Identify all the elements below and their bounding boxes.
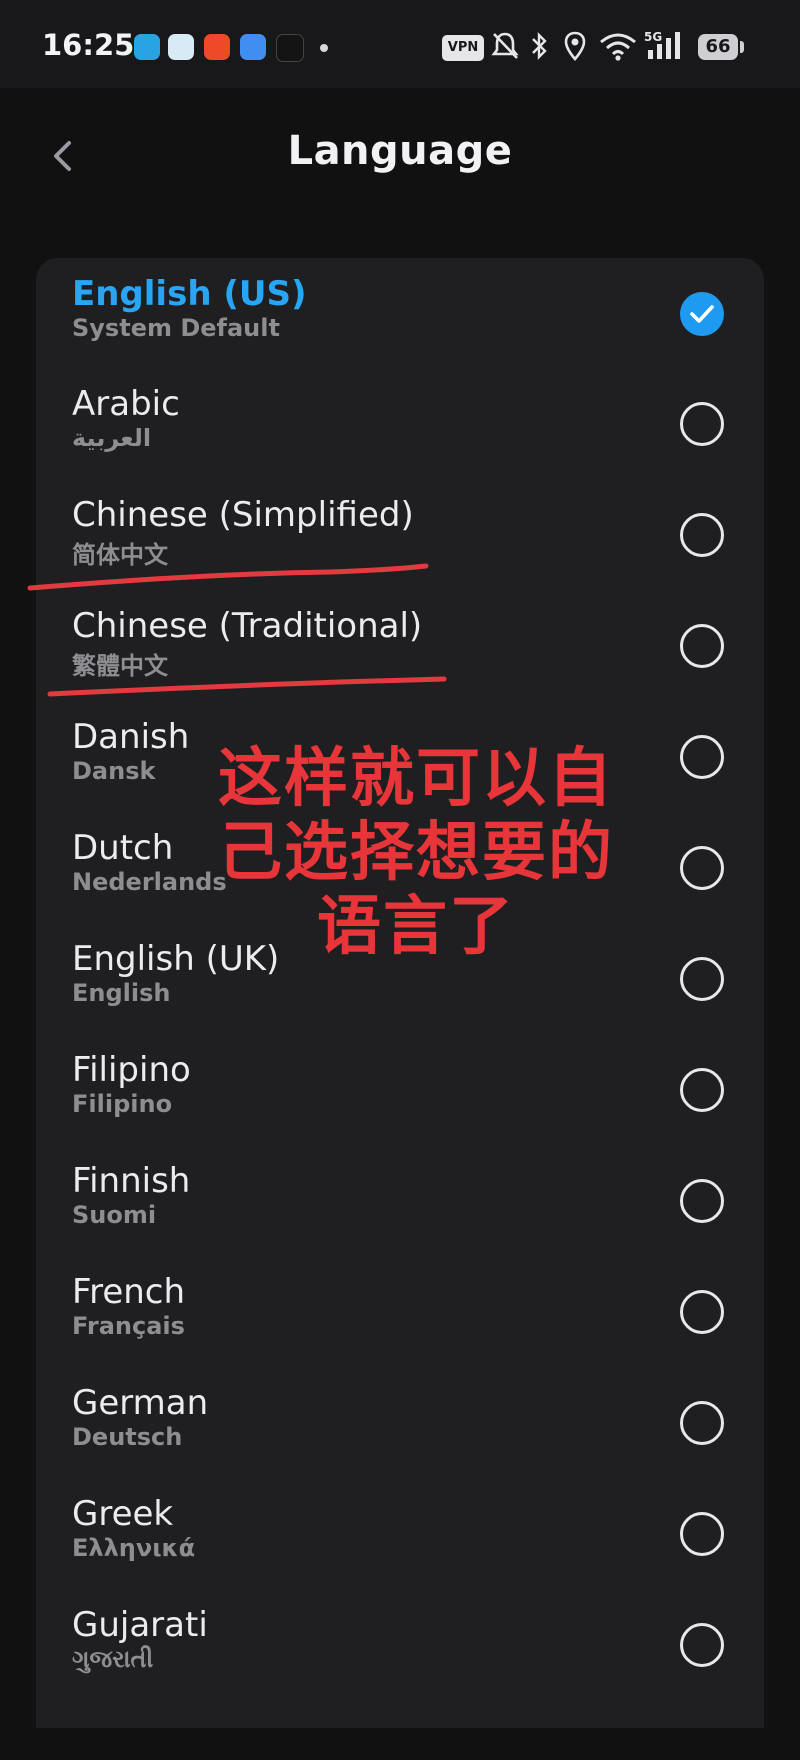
language-native-name: System Default: [72, 314, 280, 342]
language-name: Dutch: [72, 828, 174, 868]
language-native-name: Suomi: [72, 1201, 157, 1229]
video-app-icon: [204, 34, 230, 60]
language-row-finnish[interactable]: Finnish Suomi: [36, 1145, 764, 1256]
location-icon: [564, 31, 586, 61]
language-native-name: Ελληνικά: [72, 1534, 196, 1562]
telegram-icon: [134, 34, 160, 60]
language-native-name: Dansk: [72, 757, 156, 785]
radio-button[interactable]: [680, 1179, 724, 1223]
radio-button[interactable]: [680, 735, 724, 779]
status-time: 16:25: [42, 28, 135, 62]
radio-button[interactable]: [680, 1068, 724, 1112]
radio-button[interactable]: [680, 1401, 724, 1445]
language-name: French: [72, 1272, 186, 1312]
annotation-line: 己选择想要的: [218, 816, 614, 890]
language-name: Filipino: [72, 1050, 191, 1090]
language-row-french[interactable]: French Français: [36, 1256, 764, 1367]
bluetooth-icon: [532, 32, 547, 60]
language-name: Chinese (Traditional): [72, 606, 423, 646]
battery-icon: 66: [698, 34, 738, 60]
battery-tip: [740, 41, 744, 53]
tiktok-icon: [276, 34, 304, 62]
radio-button[interactable]: [680, 1512, 724, 1556]
annotation-text: 这样就可以自 己选择想要的 语言了: [160, 742, 672, 964]
status-bar: 16:25 VPN 5G 66: [0, 0, 800, 88]
weather-app-icon: [240, 34, 266, 60]
radio-button[interactable]: [680, 1290, 724, 1334]
language-name: Chinese (Simplified): [72, 495, 414, 535]
language-row-chinese-simplified[interactable]: Chinese (Simplified) 简体中文: [36, 479, 764, 590]
language-row-greek[interactable]: Greek Ελληνικά: [36, 1478, 764, 1589]
language-name: Finnish: [72, 1161, 191, 1201]
page-title: Language: [287, 128, 513, 174]
radio-selected[interactable]: [680, 292, 724, 336]
language-native-name: العربية: [72, 424, 152, 452]
language-row-gujarati[interactable]: Gujarati ગુજરાતી: [36, 1589, 764, 1700]
language-native-name: Deutsch: [72, 1423, 183, 1451]
language-name: Arabic: [72, 384, 180, 424]
radio-button[interactable]: [680, 513, 724, 557]
language-native-name: ગુજરાતી: [72, 1645, 154, 1673]
language-row-filipino[interactable]: Filipino Filipino: [36, 1034, 764, 1145]
bell-muted-icon: [491, 32, 519, 59]
radio-button[interactable]: [680, 957, 724, 1001]
language-row-english-us[interactable]: English (US) System Default: [36, 258, 764, 368]
annotation-line: 语言了: [317, 890, 515, 964]
check-icon: [690, 305, 714, 323]
vpn-icon: VPN: [442, 35, 484, 61]
signal-icon: [648, 32, 680, 59]
language-name: Greek: [72, 1494, 174, 1534]
language-name: English (US): [72, 274, 307, 314]
radio-button[interactable]: [680, 624, 724, 668]
language-native-name: English: [72, 979, 171, 1007]
wifi-icon: [600, 33, 636, 61]
language-native-name: 简体中文: [72, 541, 168, 569]
annotation-line: 这样就可以自: [218, 742, 614, 816]
radio-button[interactable]: [680, 846, 724, 890]
language-native-name: Français: [72, 1312, 185, 1340]
language-row-chinese-traditional[interactable]: Chinese (Traditional) 繁體中文: [36, 590, 764, 701]
language-row-arabic[interactable]: Arabic العربية: [36, 368, 764, 479]
language-list: English (US) System Default Arabic العرب…: [36, 258, 764, 1728]
language-native-name: 繁體中文: [72, 652, 168, 680]
more-notifications-icon: [320, 44, 328, 52]
language-row-german[interactable]: German Deutsch: [36, 1367, 764, 1478]
radio-button[interactable]: [680, 402, 724, 446]
cloud-app-icon: [168, 34, 194, 60]
language-name: Gujarati: [72, 1605, 208, 1645]
radio-button[interactable]: [680, 1623, 724, 1667]
language-name: German: [72, 1383, 209, 1423]
language-native-name: Filipino: [72, 1090, 173, 1118]
